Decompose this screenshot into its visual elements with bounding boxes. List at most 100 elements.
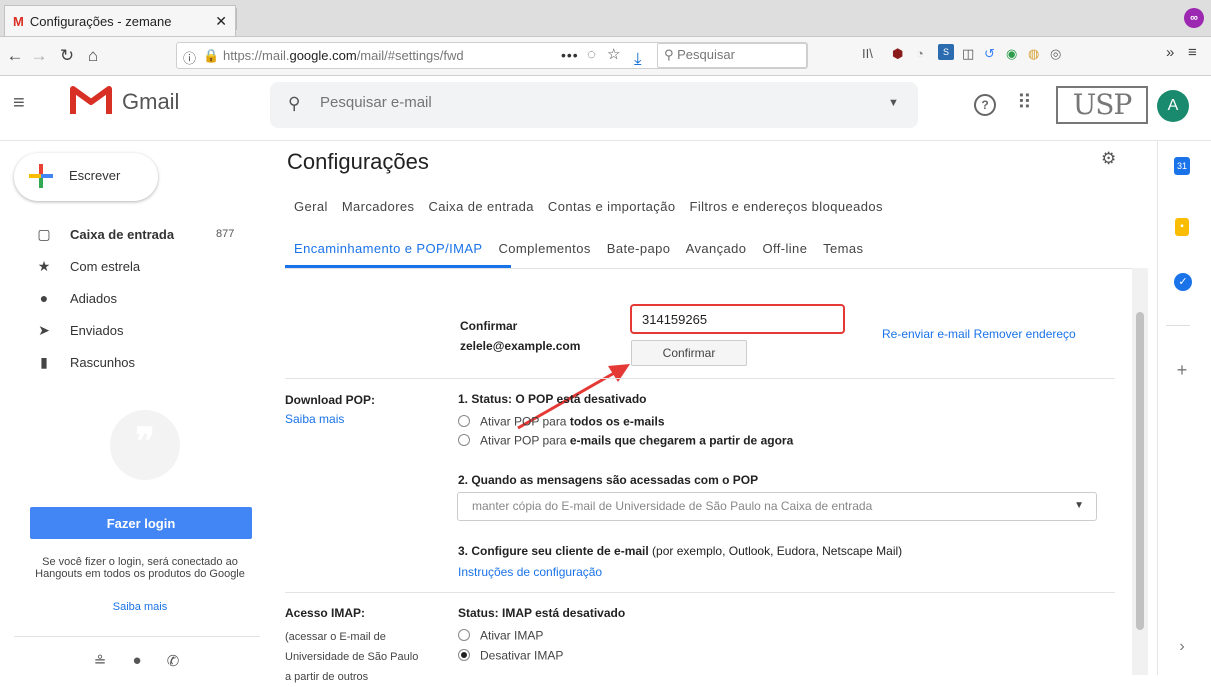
contacts-icon[interactable]: ≗ <box>90 652 110 670</box>
search-options-icon[interactable]: ▼ <box>888 97 899 109</box>
tasks-icon[interactable]: ✓ <box>1174 273 1192 291</box>
config-instructions-link[interactable]: Instruções de configuração <box>458 565 602 579</box>
forwarding-links: Re-enviar e-mail Remover endereço <box>882 326 1076 341</box>
home-icon[interactable]: ⌂ <box>82 46 104 66</box>
search-icon[interactable]: ⚲ <box>288 94 300 114</box>
chevron-right-icon[interactable]: › <box>1172 637 1192 657</box>
help-icon[interactable]: ? <box>974 94 996 116</box>
browser-nav-bar: ← → ↻ ⌂ ⓘ 🔒 https://mail.google.com/mail… <box>0 37 1211 76</box>
close-tab-icon[interactable]: ✕ <box>215 13 227 30</box>
resend-email-link[interactable]: Re-enviar e-mail <box>882 327 970 341</box>
tab-addons[interactable]: Complementos <box>499 241 591 256</box>
option-text: Ativar POP para <box>480 414 570 429</box>
mail-search-input[interactable] <box>320 94 880 111</box>
overflow-icon[interactable]: » <box>1166 44 1174 61</box>
pocket-icon[interactable]: ◌ <box>587 46 596 63</box>
draft-icon: ▮ <box>40 354 48 370</box>
cookie-icon[interactable]: ◍ <box>1028 46 1039 62</box>
pop-access-question: 2. Quando as mensagens são acessadas com… <box>458 473 759 487</box>
browser-search-box[interactable]: ⚲ Pesquisar <box>657 43 807 68</box>
sidebar-item-inbox[interactable]: ▢ Caixa de entrada 877 <box>0 221 260 253</box>
option-text: Desativar IMAP <box>480 648 564 663</box>
avatar[interactable]: A <box>1157 90 1189 122</box>
green-circle-icon[interactable]: ◉ <box>1006 46 1017 62</box>
login-button[interactable]: Fazer login <box>30 507 252 539</box>
pop-action-select[interactable]: manter cópia do E-mail de Universidade d… <box>457 492 1097 521</box>
tab-chat[interactable]: Bate-papo <box>607 241 671 256</box>
verification-code-input[interactable] <box>630 304 845 334</box>
url-path: /mail/#settings/fwda <box>356 48 463 63</box>
search-icon: ⚲ <box>664 47 678 62</box>
tab-filters[interactable]: Filtros e endereços bloqueados <box>689 199 882 214</box>
tab-accounts[interactable]: Contas e importação <box>548 199 676 214</box>
tab-advanced[interactable]: Avançado <box>686 241 747 256</box>
calendar-icon[interactable]: 31 <box>1174 157 1190 175</box>
url-text[interactable]: https://mail.google.com/mail/#settings/f… <box>223 48 463 63</box>
forward-icon[interactable]: → <box>28 46 50 66</box>
config-heading: 3. Configure seu cliente de e-mail <box>458 544 649 558</box>
phone-icon[interactable]: ✆ <box>163 652 183 670</box>
site-info-icon[interactable]: ⓘ <box>183 48 196 67</box>
sidebar-item-drafts[interactable]: ▮ Rascunhos <box>0 349 260 381</box>
tab-labels[interactable]: Marcadores <box>342 199 415 214</box>
radio-button[interactable] <box>458 414 470 427</box>
browser-tab[interactable]: M Configurações - zemane ✕ <box>4 5 236 36</box>
imap-access-label: Acesso IMAP: <box>285 606 366 620</box>
bookmark-star-icon[interactable]: ☆ <box>607 45 620 63</box>
mail-search-bar[interactable]: ⚲ ▼ <box>270 82 918 128</box>
ublock-icon[interactable]: ⬢ <box>892 46 903 62</box>
gear-icon[interactable]: ⚙ <box>1101 149 1116 169</box>
sidebar-item-label: Com estrela <box>70 259 141 274</box>
radio-button-selected[interactable] <box>458 648 470 661</box>
hangouts-icon[interactable]: ● <box>127 652 147 669</box>
menu-icon[interactable]: ≡ <box>1188 44 1197 61</box>
remove-address-link[interactable]: Remover endereço <box>974 327 1076 341</box>
gmail-wordmark[interactable]: Gmail <box>122 89 179 115</box>
reader-icon[interactable]: ◫ <box>962 46 974 62</box>
sidebar-item-sent[interactable]: ➤ Enviados <box>0 317 260 349</box>
imap-option-enable[interactable]: Ativar IMAP <box>458 627 543 645</box>
add-addon-icon[interactable]: + <box>1172 360 1192 380</box>
sidebar-item-snoozed[interactable]: ● Adiados <box>0 285 260 317</box>
pop-learn-more-link[interactable]: Saiba mais <box>285 412 344 426</box>
usp-logo[interactable]: USP <box>1056 86 1148 124</box>
reload-icon[interactable]: ↻ <box>56 46 78 66</box>
option-bold-text: e-mails que chegarem a partir de agora <box>569 433 794 448</box>
main-menu-icon[interactable]: ≡ <box>13 92 25 115</box>
page-actions-icon[interactable]: ••• <box>561 47 579 63</box>
radio-button[interactable] <box>458 433 470 446</box>
browser-search-placeholder: Pesquisar <box>677 47 735 62</box>
imap-option-disable[interactable]: Desativar IMAP <box>458 647 563 665</box>
download-icon[interactable]: ⤓ <box>634 49 642 69</box>
keep-icon[interactable]: ▪ <box>1175 218 1189 236</box>
pop-option-from-now[interactable]: Ativar POP para e-mails que chegarem a p… <box>458 432 793 450</box>
back-icon[interactable]: ← <box>4 46 26 66</box>
clock-icon[interactable]: ◔ <box>916 46 924 61</box>
library-icon[interactable]: II\ <box>862 46 873 61</box>
page-title: Configurações <box>287 149 429 174</box>
sync-icon[interactable]: ↺ <box>984 46 995 62</box>
imap-description-line: Universidade de São Paulo <box>285 651 419 663</box>
confirm-button[interactable]: Confirmar <box>631 340 747 366</box>
tab-forwarding-pop-imap[interactable]: Encaminhamento e POP/IMAP <box>294 241 482 256</box>
tab-title: Configurações - zemane <box>29 13 172 29</box>
tab-themes[interactable]: Temas <box>823 241 863 256</box>
url-bar[interactable]: ⓘ 🔒 https://mail.google.com/mail/#settin… <box>176 42 808 69</box>
compose-button[interactable]: Escrever <box>14 153 158 201</box>
extension-icon[interactable]: S <box>938 44 954 60</box>
tab-general[interactable]: Geral <box>294 199 328 214</box>
quote-icon: ❞ <box>135 420 155 462</box>
pop-option-all[interactable]: Ativar POP para todos os e-mails <box>458 413 665 431</box>
private-mask-icon[interactable]: ∞ <box>1184 8 1204 28</box>
radio-button[interactable] <box>458 628 470 641</box>
tab-offline[interactable]: Off-line <box>762 241 807 256</box>
mask-icon[interactable]: ◎ <box>1050 46 1061 62</box>
scrollbar-thumb[interactable] <box>1136 312 1144 630</box>
clock-icon: ● <box>39 290 49 306</box>
sidebar-item-starred[interactable]: ★ Com estrela <box>0 253 260 285</box>
hangouts-learn-more-link[interactable]: Saiba mais <box>20 601 260 613</box>
apps-grid-icon[interactable]: ⠿ <box>1017 90 1032 115</box>
divider <box>285 378 1115 379</box>
gmail-logo-icon[interactable] <box>70 84 112 116</box>
tab-inbox[interactable]: Caixa de entrada <box>428 199 533 214</box>
